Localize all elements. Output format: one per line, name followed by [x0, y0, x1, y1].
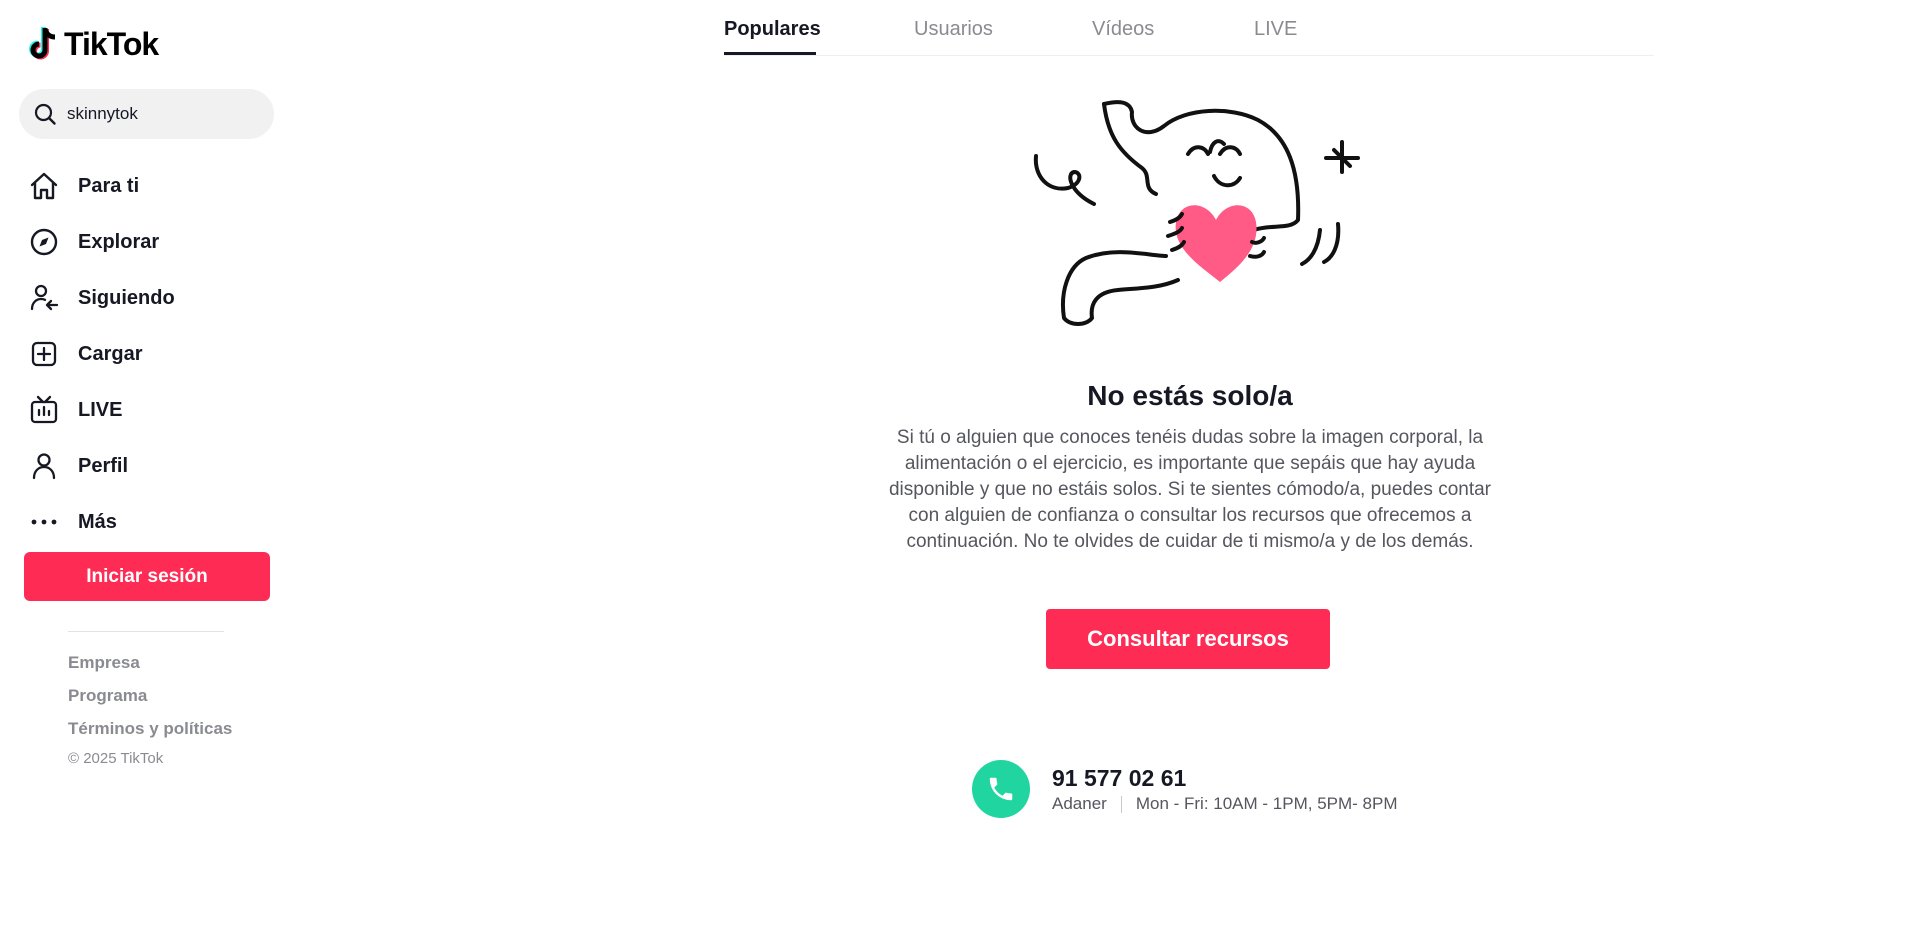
- sidebar-item-label: LIVE: [78, 398, 123, 421]
- more-dots-icon: [31, 519, 57, 525]
- phone-icon: [972, 760, 1030, 818]
- tiktok-logo[interactable]: TikTok: [28, 24, 159, 64]
- login-button[interactable]: Iniciar sesión: [24, 552, 270, 601]
- following-icon: [30, 284, 59, 311]
- tiktok-note-icon: [29, 27, 56, 60]
- tab-videos[interactable]: Vídeos: [1092, 18, 1154, 41]
- sidebar-item-cargar[interactable]: Cargar: [28, 326, 278, 382]
- sidebar-nav: Para ti Explorar Siguiendo Cargar LIVE P…: [28, 158, 278, 550]
- sidebar-item-live[interactable]: LIVE: [28, 382, 278, 438]
- consult-resources-button[interactable]: Consultar recursos: [1046, 609, 1330, 669]
- tab-populares[interactable]: Populares: [724, 18, 821, 41]
- sidebar-item-label: Perfil: [78, 454, 129, 477]
- sidebar-item-explorar[interactable]: Explorar: [28, 214, 278, 270]
- helpline-contact[interactable]: 91 577 02 61 Adaner Mon - Fri: 10AM - 1P…: [972, 760, 1398, 818]
- sidebar-item-label: Para ti: [78, 174, 140, 197]
- sidebar-item-label: Explorar: [78, 230, 160, 253]
- profile-icon: [32, 453, 56, 480]
- search-tabs: Populares Usuarios Vídeos LIVE: [724, 0, 1654, 56]
- tab-live[interactable]: LIVE: [1254, 18, 1297, 41]
- footer-link-terminos[interactable]: Términos y políticas: [68, 719, 232, 752]
- helpline-hours: Mon - Fri: 10AM - 1PM, 5PM- 8PM: [1135, 794, 1398, 813]
- sidebar-divider: [68, 631, 224, 632]
- upload-icon: [31, 341, 57, 367]
- support-description: Si tú o alguien que conoces tenéis dudas…: [888, 427, 1492, 552]
- copyright: © 2025 TikTok: [68, 750, 164, 767]
- sidebar-item-mas[interactable]: Más: [28, 494, 278, 550]
- sidebar-footer: Empresa Programa Términos y políticas © …: [68, 653, 232, 767]
- search-input[interactable]: skinnytok: [19, 89, 274, 139]
- footer-link-programa[interactable]: Programa: [68, 686, 232, 719]
- footer-link-empresa[interactable]: Empresa: [68, 653, 232, 686]
- sidebar-item-siguiendo[interactable]: Siguiendo: [28, 270, 278, 326]
- stomach-heart-illustration: [1033, 100, 1360, 326]
- sidebar-item-label: Más: [78, 510, 117, 533]
- sidebar-item-label: Siguiendo: [78, 286, 175, 309]
- sidebar-item-perfil[interactable]: Perfil: [28, 438, 278, 494]
- sidebar-item-para-ti[interactable]: Para ti: [28, 158, 278, 214]
- home-icon: [30, 172, 58, 200]
- helpline-number: 91 577 02 61: [1052, 765, 1187, 791]
- sidebar-item-label: Cargar: [78, 342, 143, 365]
- logo-wordmark: TikTok: [64, 25, 159, 62]
- search-value: skinnytok: [67, 104, 138, 123]
- search-icon: [34, 103, 56, 125]
- helpline-separator: [1120, 795, 1122, 813]
- sidebar: TikTok skinnytok Para ti Explorar Siguie…: [0, 0, 290, 936]
- tab-usuarios[interactable]: Usuarios: [914, 18, 993, 41]
- page-title: No estás solo/a: [1087, 380, 1293, 411]
- live-tv-icon: [30, 395, 58, 424]
- compass-icon: [30, 228, 58, 256]
- helpline-org: Adaner: [1052, 794, 1107, 813]
- active-tab-indicator: [724, 52, 816, 55]
